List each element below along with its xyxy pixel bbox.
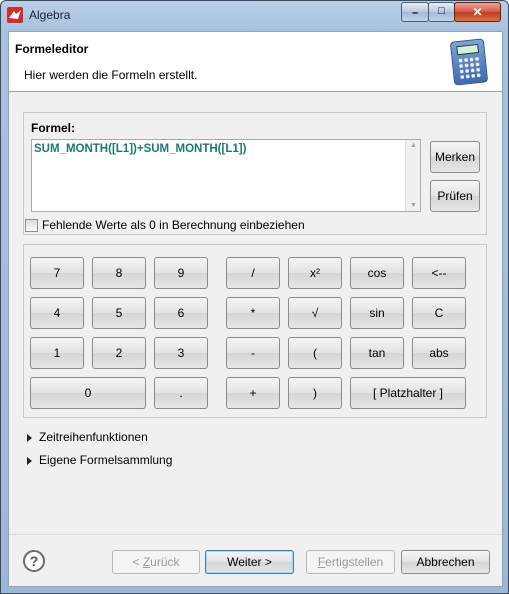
missing-values-label[interactable]: Fehlende Werte als 0 in Berechnung einbe…: [42, 218, 305, 232]
formula-label: Formel:: [31, 121, 76, 135]
scroll-up-icon[interactable]: ▲: [406, 142, 421, 149]
key-platzhalter-button[interactable]: [ Platzhalter ]: [350, 377, 466, 409]
key-sqrt-button[interactable]: √: [288, 297, 342, 329]
key-sin-button[interactable]: sin: [350, 297, 404, 329]
key-decimal-button[interactable]: .: [154, 377, 208, 409]
formula-scrollbar[interactable]: ▲ ▼: [405, 140, 420, 211]
key-backspace-button[interactable]: <--: [412, 257, 466, 289]
key-9-button[interactable]: 9: [154, 257, 208, 289]
expand-arrow-icon[interactable]: [27, 434, 32, 442]
keypad-group: 7 8 9 /x² cos <-- 4 5 6 * √ sin C 1 2 3-(tan abs 0. +)[ Pl…: [23, 244, 487, 418]
key-minus-button[interactable]: -: [226, 337, 280, 369]
maximize-button[interactable]: □: [428, 2, 455, 22]
formula-group: Formel: SUM_MONTH([L1])+SUM_MONTH([L1]) …: [23, 112, 487, 235]
finish-button[interactable]: Fertigstellen: [306, 550, 395, 574]
key-multiply-button[interactable]: *: [226, 297, 280, 329]
key-abs-button[interactable]: abs: [412, 337, 466, 369]
next-button[interactable]: Weiter >: [205, 550, 294, 574]
key-divide-button[interactable]: /: [226, 257, 280, 289]
merken-button[interactable]: Merken: [430, 141, 480, 173]
formula-text[interactable]: SUM_MONTH([L1])+SUM_MONTH([L1]): [34, 143, 246, 155]
footer-separator: [9, 534, 502, 535]
key-7-button[interactable]: 7: [30, 257, 84, 289]
key-8-button[interactable]: 8: [92, 257, 146, 289]
key-close-paren-button[interactable]: ): [288, 377, 342, 409]
calculator-icon: [449, 38, 489, 86]
page-title: Formeleditor: [15, 42, 89, 56]
missing-values-checkbox[interactable]: [25, 219, 38, 232]
expand-arrow-icon[interactable]: [27, 457, 32, 465]
back-button[interactable]: < Zurück: [112, 550, 200, 574]
key-3-button[interactable]: 3: [154, 337, 208, 369]
key-tan-button[interactable]: tan: [350, 337, 404, 369]
scroll-down-icon[interactable]: ▼: [406, 202, 421, 209]
key-xminussquared-button[interactable]: x²: [288, 257, 342, 289]
cancel-button[interactable]: Abbrechen: [401, 550, 490, 574]
key-open-paren-button[interactable]: (: [288, 337, 342, 369]
key-6-button[interactable]: 6: [154, 297, 208, 329]
app-logo-icon: [7, 7, 23, 23]
close-button[interactable]: ✕: [454, 2, 501, 22]
help-icon[interactable]: ?: [23, 550, 45, 572]
key-1-button[interactable]: 1: [30, 337, 84, 369]
key-0-button[interactable]: 0: [30, 377, 146, 409]
wizard-header: Formeleditor Hier werden die Formeln ers…: [9, 32, 502, 92]
window-title: Algebra: [29, 8, 71, 22]
key-5-button[interactable]: 5: [92, 297, 146, 329]
key-4-button[interactable]: 4: [30, 297, 84, 329]
dialog-client-area: Formeleditor Hier werden die Formeln ers…: [8, 31, 503, 587]
maximize-icon: □: [438, 5, 445, 17]
section-label[interactable]: Zeitreihenfunktionen: [39, 430, 148, 444]
section-label[interactable]: Eigene Formelsammlung: [39, 453, 172, 467]
key-2-button[interactable]: 2: [92, 337, 146, 369]
pruefen-button[interactable]: Prüfen: [430, 180, 480, 212]
close-icon: ✕: [472, 5, 483, 19]
page-description: Hier werden die Formeln erstellt.: [24, 68, 198, 82]
key-plus-button[interactable]: +: [226, 377, 280, 409]
minimize-icon: –: [411, 7, 419, 19]
minimize-button[interactable]: –: [401, 2, 429, 22]
key-c-button[interactable]: C: [412, 297, 466, 329]
title-bar[interactable]: Algebra – □ ✕: [1, 1, 508, 31]
formula-input[interactable]: SUM_MONTH([L1])+SUM_MONTH([L1]) ▲ ▼: [31, 139, 421, 212]
key-cos-button[interactable]: cos: [350, 257, 404, 289]
dialog-window: Algebra – □ ✕ Formeleditor Hier werden d…: [0, 0, 509, 594]
